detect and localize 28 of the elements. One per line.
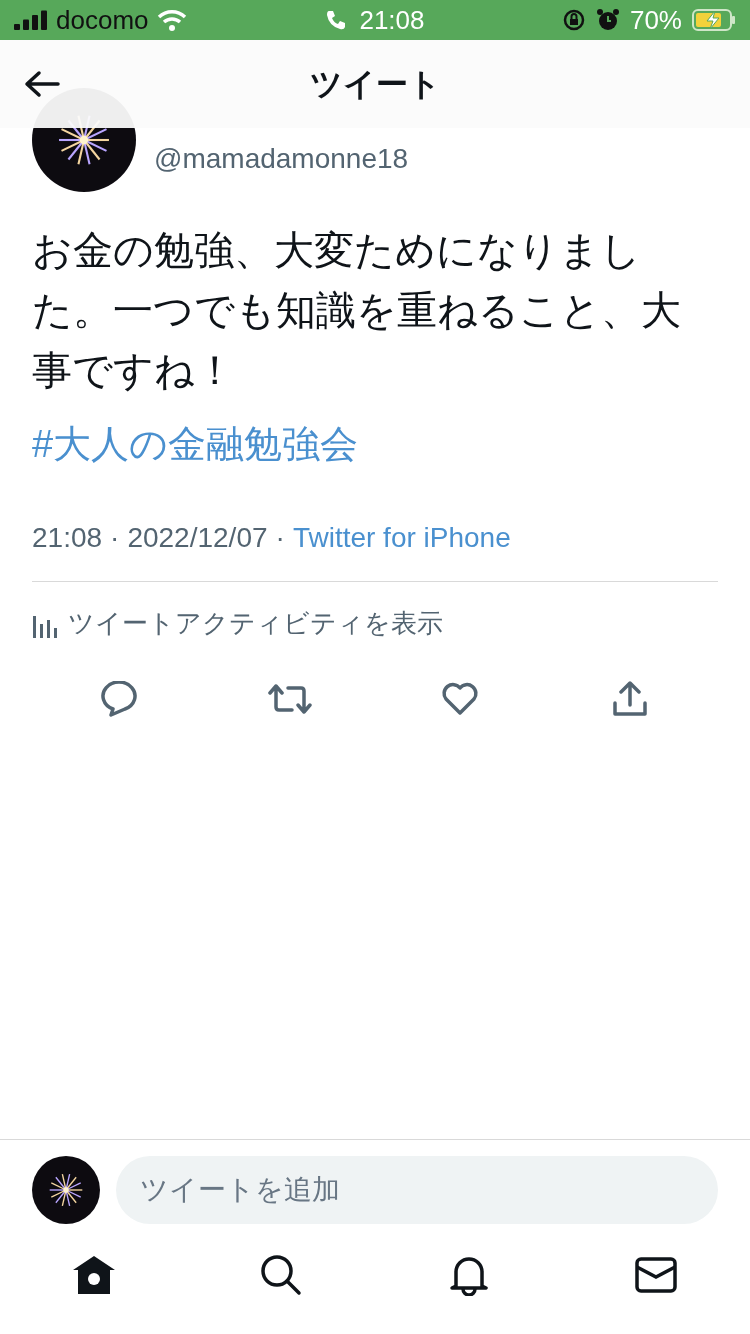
clock-time: 21:08: [359, 3, 425, 37]
carrier-name: docomo: [56, 3, 149, 37]
user-handle: @mamadamonne18: [154, 142, 409, 176]
header-title: ツイート: [309, 65, 441, 104]
signal-icon: [14, 10, 48, 30]
tweet-time: 21:08: [32, 521, 103, 555]
retweet-icon: [268, 683, 312, 715]
mail-icon[interactable]: [635, 1257, 678, 1293]
tweet-date: 2022/12/07: [127, 521, 268, 555]
activity-link[interactable]: ツイートアクティビティを表示: [32, 604, 443, 643]
tweet-text: お金の勉強、大変ためになりました。一つでも知識を重ねること、大事ですね！: [32, 227, 682, 394]
battery-percent: 70%: [629, 3, 682, 37]
search-icon[interactable]: [260, 1254, 303, 1296]
alarm-icon: [595, 8, 620, 32]
phone-icon: [325, 9, 348, 31]
speech-bubble-icon: [101, 681, 139, 717]
bell-icon[interactable]: [449, 1254, 488, 1296]
separator-dot: ·: [110, 521, 120, 555]
heart-icon: [441, 682, 479, 716]
back-arrow-icon: [24, 70, 60, 98]
reply-input-field[interactable]: ツイートを追加: [116, 1156, 718, 1224]
battery-charging-icon: [692, 8, 736, 32]
source-link[interactable]: Twitter for iPhone: [292, 517, 511, 559]
hashtag-link[interactable]: #大人の金融勉強会: [32, 416, 359, 473]
wifi-icon: [156, 9, 187, 31]
rotation-lock-icon: [561, 8, 586, 32]
share-icon: [612, 681, 648, 717]
separator-dot: ·: [275, 521, 285, 555]
